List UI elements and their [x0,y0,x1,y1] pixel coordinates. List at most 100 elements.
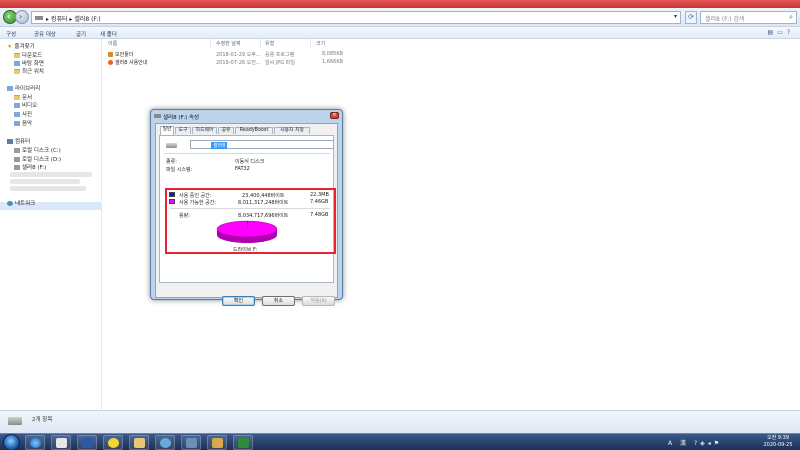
share-menu[interactable]: 공유 대상 [34,30,56,38]
drive-icon [154,114,161,118]
nav-item-music[interactable]: 음악 [14,119,32,127]
start-button[interactable] [3,434,20,450]
tab-hardware[interactable]: 하드웨어 [192,127,217,134]
app-icon [82,438,93,448]
new-folder-button[interactable]: 새 폴더 [100,30,117,38]
chat-icon [108,438,119,448]
navigation-pane: ★ 즐겨찾기 다운로드 바탕 화면 최근 위치 라이브러리 문서 비디오 사진 음… [0,39,102,410]
star-icon: ★ [7,43,13,50]
network-icon [7,201,13,206]
cancel-button[interactable]: 취소 [262,296,295,306]
taskbar-app[interactable] [181,435,201,450]
ok-button[interactable]: 확인 [222,296,255,306]
chevron-down-icon[interactable]: ▾ [674,13,677,20]
free-space-swatch [169,199,175,204]
burn-button[interactable]: 굽기 [76,30,86,38]
taskbar-kakaotalk[interactable] [103,435,123,450]
file-modified: 2018-01-29 오후... [216,52,261,58]
blurred-item [10,172,92,177]
column-type[interactable]: 유형 [265,40,274,47]
drive-name-value: 셀러8 [211,142,228,149]
ime-indicator[interactable]: A 漢 [668,440,689,447]
taskbar-explorer[interactable] [129,435,149,450]
status-bar: 2개 항목 [0,410,800,433]
column-divider[interactable] [260,39,261,47]
breadcrumb-drive[interactable]: 셀러8 (F:) [74,16,100,23]
forward-button[interactable]: › [15,10,29,24]
taskbar-ie[interactable] [25,435,45,450]
taskbar-app[interactable] [207,435,227,450]
search-placeholder: 셀러8 (F:) 검색 [705,16,745,23]
clock-date: 2020-09-25 [763,442,793,448]
tab-sharing[interactable]: 공유 [218,127,234,134]
command-bar: 구성 공유 대상 굽기 새 폴더 ▤▭? [0,27,800,39]
nav-libraries[interactable]: 라이브러리 [7,84,40,92]
nav-network[interactable]: 네트워크 [7,199,35,207]
spreadsheet-icon [238,438,249,448]
taskbar-app[interactable] [51,435,71,450]
tab-readyboost[interactable]: ReadyBoost [235,127,273,134]
nav-item-drive-f[interactable]: 셀러8 (F:) [14,163,46,171]
library-icon [7,86,13,91]
column-divider[interactable] [310,39,311,47]
nav-item-drive-c[interactable]: 로컬 디스크 (C:) [14,146,61,154]
apply-button[interactable]: 적용(A) [302,296,335,306]
item-count: 2개 항목 [32,417,53,423]
used-space-label: 사용 중인 공간: [179,193,212,199]
close-icon: ✕ [332,112,337,118]
divider [170,208,330,209]
file-row[interactable]: 보안툴더 [108,51,133,58]
column-size[interactable]: 크기 [316,40,325,47]
recent-places-icon [14,69,20,74]
hard-drive-icon [14,148,20,153]
app-icon [186,438,197,448]
address-row: ‹ › ▸ 컴퓨터 ▸ 셀러8 (F:) ▾ ⟳ 셀러8 (F:) 검색 ⌕ [0,8,800,27]
clock[interactable]: 오전 9:39 2020-09-25 [758,435,798,449]
search-icon: ⌕ [789,13,793,21]
tab-customize[interactable]: 사용자 지정 [274,127,310,134]
close-button[interactable]: ✕ [330,112,339,119]
free-space-bytes: 8,011,317,248바이트 [238,200,289,206]
taskbar-app[interactable] [155,435,175,450]
column-name[interactable]: 이름 [108,40,117,47]
column-divider[interactable] [210,39,211,47]
nav-item-pictures[interactable]: 사진 [14,110,32,118]
used-space-size: 22.3MB [310,192,329,198]
search-input[interactable]: 셀러8 (F:) 검색 ⌕ [700,11,797,24]
network-icon[interactable]: ◈ [700,440,708,447]
file-type: 응용 프로그램 [265,52,295,58]
column-modified[interactable]: 수정한 날짜 [216,40,241,47]
image-file-icon [108,60,113,65]
file-row[interactable]: 셀러8 사용안내 [108,59,147,66]
file-size: 1,666KB [322,59,344,65]
nav-item-recent[interactable]: 최근 위치 [14,67,44,75]
taskbar-excel[interactable] [233,435,253,450]
nav-item-drive-d[interactable]: 로컬 디스크 (D:) [14,155,61,163]
nav-item-documents[interactable]: 문서 [14,93,32,101]
tab-general[interactable]: 일반 [160,126,174,135]
refresh-button[interactable]: ⟳ [685,11,697,24]
filesystem-value: FAT32 [235,166,250,172]
nav-item-desktop[interactable]: 바탕 화면 [14,59,44,67]
help-icon: ? [786,29,794,36]
view-options[interactable]: ▤▭? [767,29,794,36]
nav-item-videos[interactable]: 비디오 [14,101,37,109]
capacity-bytes: 8,034,717,696바이트 [238,213,289,219]
nav-computer[interactable]: 컴퓨터 [7,137,30,145]
flag-icon[interactable]: ⚑ [714,440,722,447]
address-bar[interactable]: ▸ 컴퓨터 ▸ 셀러8 (F:) ▾ [31,11,681,24]
nav-favorites[interactable]: ★ 즐겨찾기 [7,42,35,50]
properties-dialog: 셀러8 (F:) 속성 ✕ 일반 도구 하드웨어 공유 ReadyBoost 사… [150,109,343,306]
tab-tools[interactable]: 도구 [175,127,191,134]
application-icon [108,52,113,57]
system-tray[interactable]: A 漢 ?◈◂⚑ [668,438,722,447]
app-icon [212,438,223,448]
drive-icon [8,417,22,425]
file-modified: 2019-07-26 오전... [216,60,261,66]
nav-item-downloads[interactable]: 다운로드 [14,51,42,59]
breadcrumb-computer[interactable]: 컴퓨터 [51,16,68,23]
organize-menu[interactable]: 구성 [6,30,16,38]
app-icon [160,438,171,448]
drive-name-input[interactable]: 셀러8 [190,140,334,149]
taskbar-app[interactable] [77,435,97,450]
